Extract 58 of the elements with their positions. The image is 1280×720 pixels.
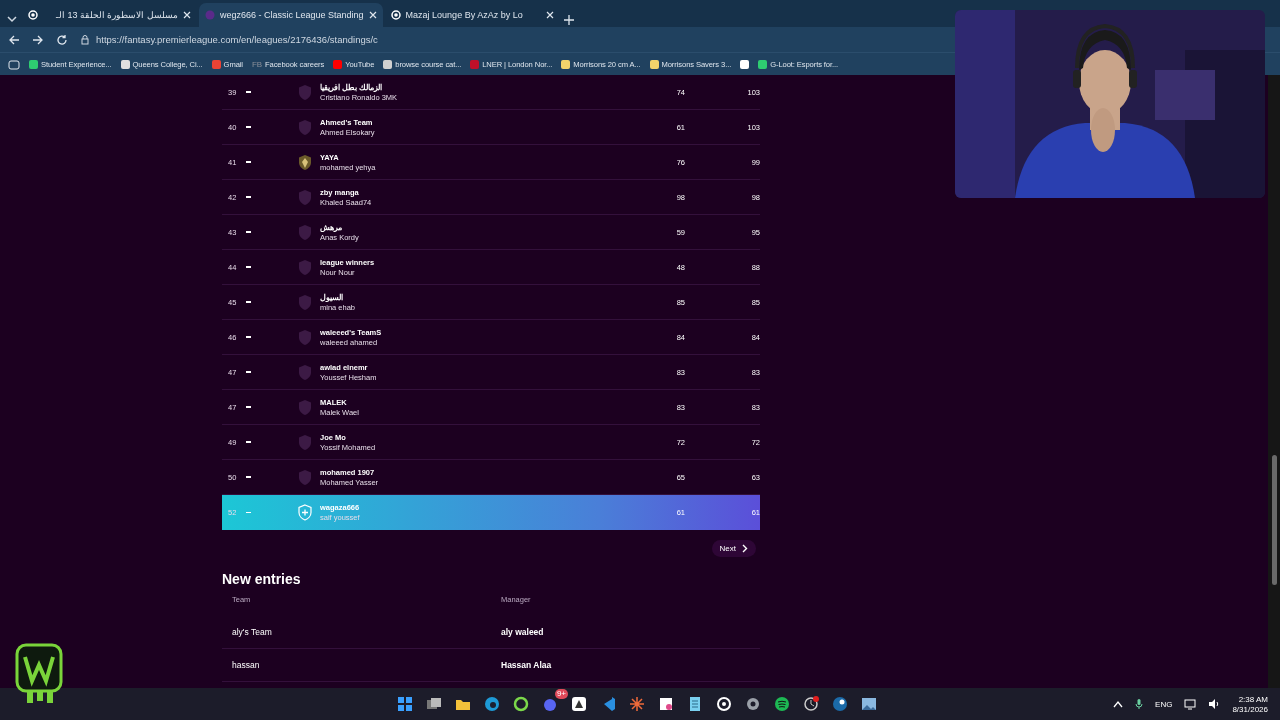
music-icon[interactable] (773, 695, 791, 713)
crest-icon (298, 223, 312, 241)
crest-icon (298, 118, 312, 136)
sidebar-icon[interactable] (8, 59, 20, 70)
language-indicator[interactable]: ENG (1155, 699, 1173, 709)
scrollbar-thumb[interactable] (1271, 455, 1277, 585)
browser-icon[interactable] (483, 695, 501, 713)
network-icon[interactable] (1184, 698, 1197, 710)
crest-icon (298, 153, 312, 171)
stream-logo-icon (15, 643, 63, 705)
manager-name: aly waleed (501, 627, 545, 637)
forward-icon[interactable] (32, 33, 44, 46)
address-bar[interactable]: https://fantasy.premierleague.com/en/leagues/2176436/standings/c (80, 34, 378, 45)
back-icon[interactable] (8, 33, 20, 46)
audio-icon (28, 10, 38, 20)
site-icon (205, 10, 215, 20)
steam-icon[interactable] (831, 695, 849, 713)
site-info-icon (80, 34, 90, 45)
ring-icon[interactable] (512, 695, 530, 713)
crest-icon (298, 328, 312, 346)
crest-icon (298, 433, 312, 451)
image-icon[interactable] (860, 695, 878, 713)
crest-icon (298, 468, 312, 486)
chevron-up-icon[interactable] (1113, 700, 1124, 708)
crest-icon (298, 504, 312, 521)
spark-icon[interactable] (628, 695, 646, 713)
close-icon[interactable] (183, 11, 191, 19)
gamepad-icon[interactable] (715, 695, 733, 713)
chevron-right-icon (742, 544, 748, 553)
no-change-icon (246, 511, 251, 514)
manager-name: Hassan Alaa (501, 660, 553, 670)
browser-tab[interactable]: Mazaj Lounge By AzAz by Lo (384, 3, 560, 27)
crest-icon (298, 188, 312, 206)
crest-icon (298, 258, 312, 276)
section-heading: New entries (222, 571, 302, 587)
crest-icon (298, 83, 312, 101)
start-icon[interactable] (396, 695, 414, 713)
clock[interactable]: 2:38 AM 8/31/2026 (1232, 694, 1268, 714)
audio-icon (390, 10, 401, 20)
close-icon[interactable] (368, 11, 377, 19)
bookmark[interactable] (740, 60, 750, 69)
volume-icon[interactable] (1208, 698, 1221, 710)
notification-badge: 9+ (554, 689, 568, 699)
crest-icon (298, 293, 312, 311)
crest-icon (298, 363, 312, 381)
snip-icon[interactable] (657, 695, 675, 713)
settings-icon[interactable] (744, 695, 762, 713)
team-name[interactable]: aly's Team (232, 627, 501, 637)
microphone-icon[interactable] (1135, 698, 1144, 710)
close-icon[interactable] (545, 11, 554, 19)
new-tab-icon[interactable] (561, 13, 576, 27)
browser-tab[interactable]: مسلسل الاسطورة الحلقة 13 الـ (22, 3, 197, 27)
crest-icon (298, 398, 312, 416)
next-button[interactable]: Next (711, 540, 756, 557)
clock-icon[interactable] (802, 695, 820, 713)
browser-tab[interactable]: wegz666 - Classic League Standing (199, 3, 383, 27)
team-name[interactable]: hassan (232, 660, 501, 670)
reload-icon[interactable] (56, 33, 68, 46)
